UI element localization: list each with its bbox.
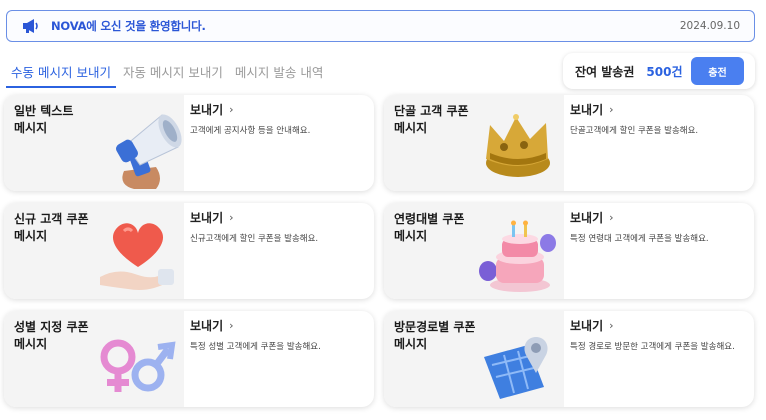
send-label: 보내기 <box>190 319 224 333</box>
card-illustration-area: 일반 텍스트 메시지 <box>4 95 184 191</box>
tab-manual-send[interactable]: 수동 메시지 보내기 <box>6 58 116 88</box>
card-title: 일반 텍스트 메시지 <box>14 104 74 135</box>
card-regular-customer-coupon[interactable]: 단골 고객 쿠폰 메시지 보내기 › 단골고객에게 할인 쿠폰을 발송해요. <box>384 95 754 191</box>
card-illustration-area: 성별 지정 쿠폰 메시지 <box>4 311 184 407</box>
megaphone-icon <box>21 17 41 35</box>
card-illustration-area: 방문경로별 쿠폰 메시지 <box>384 311 564 407</box>
send-button[interactable]: 보내기 › <box>570 209 746 226</box>
card-general-text[interactable]: 일반 텍스트 메시지 보내기 › 고객에게 공지사항 등을 안내해요. <box>4 95 374 191</box>
crown-illustration <box>486 114 550 177</box>
chevron-right-icon: › <box>229 211 234 224</box>
heart-hand-illustration <box>100 223 174 290</box>
message-tabs: 수동 메시지 보내기 자동 메시지 보내기 메시지 발송 내역 <box>6 58 330 90</box>
notice-message: NOVA에 오신 것을 환영합니다. <box>51 19 206 33</box>
card-illustration-area: 연령대별 쿠폰 메시지 <box>384 203 564 299</box>
card-gender-coupon[interactable]: 성별 지정 쿠폰 메시지 보내기 › 특정 성별 고객에게 쿠폰을 발송해요. <box>4 311 374 407</box>
notice-banner: NOVA에 오신 것을 환영합니다. 2024.09.10 <box>6 10 755 42</box>
chevron-right-icon: › <box>609 103 614 116</box>
balance-label: 잔여 발송권 <box>575 64 635 79</box>
gender-symbols-illustration <box>100 339 176 392</box>
send-button[interactable]: 보내기 › <box>190 209 366 226</box>
chevron-right-icon: › <box>229 319 234 332</box>
send-label: 보내기 <box>190 103 224 117</box>
card-description: 신규고객에게 할인 쿠폰을 발송해요. <box>190 234 319 244</box>
tab-auto-send[interactable]: 자동 메시지 보내기 <box>118 58 228 88</box>
birthday-cake-illustration <box>479 220 556 292</box>
card-title: 성별 지정 쿠폰 메시지 <box>14 320 89 351</box>
send-button[interactable]: 보내기 › <box>190 101 366 118</box>
megaphone-illustration <box>116 114 182 189</box>
send-label: 보내기 <box>190 211 224 225</box>
map-pin-illustration <box>484 337 548 399</box>
card-description: 특정 성별 고객에게 쿠폰을 발송해요. <box>190 342 321 352</box>
card-title: 방문경로별 쿠폰 메시지 <box>394 320 476 351</box>
card-description: 특정 연령대 고객에게 쿠폰을 발송해요. <box>570 234 709 244</box>
send-label: 보내기 <box>570 103 604 117</box>
send-button[interactable]: 보내기 › <box>570 101 746 118</box>
card-description: 특정 경로로 방문한 고객에게 쿠폰을 발송해요. <box>570 342 735 352</box>
card-illustration-area: 신규 고객 쿠폰 메시지 <box>4 203 184 299</box>
card-visit-route-coupon[interactable]: 방문경로별 쿠폰 메시지 보내기 › 특정 경로로 방문한 고객에게 쿠폰을 발… <box>384 311 754 407</box>
card-description: 단골고객에게 할인 쿠폰을 발송해요. <box>570 126 699 136</box>
chevron-right-icon: › <box>229 103 234 116</box>
balance-panel: 잔여 발송권 500건 충전 <box>563 53 755 89</box>
send-label: 보내기 <box>570 211 604 225</box>
card-age-group-coupon[interactable]: 연령대별 쿠폰 메시지 보내기 › 특정 연령대 고객에게 쿠폰을 발송해요. <box>384 203 754 299</box>
card-title: 신규 고객 쿠폰 메시지 <box>14 212 89 243</box>
send-button[interactable]: 보내기 › <box>190 317 366 334</box>
send-button[interactable]: 보내기 › <box>570 317 746 334</box>
tab-send-history[interactable]: 메시지 발송 내역 <box>230 58 328 88</box>
chevron-right-icon: › <box>609 319 614 332</box>
send-label: 보내기 <box>570 319 604 333</box>
notice-date: 2024.09.10 <box>679 20 740 32</box>
card-new-customer-coupon[interactable]: 신규 고객 쿠폰 메시지 보내기 › 신규고객에게 할인 쿠폰을 발송해요. <box>4 203 374 299</box>
card-description: 고객에게 공지사항 등을 안내해요. <box>190 126 311 136</box>
card-title: 연령대별 쿠폰 메시지 <box>394 212 465 243</box>
chevron-right-icon: › <box>609 211 614 224</box>
card-title: 단골 고객 쿠폰 메시지 <box>394 104 469 135</box>
card-illustration-area: 단골 고객 쿠폰 메시지 <box>384 95 564 191</box>
charge-button[interactable]: 충전 <box>691 57 744 85</box>
balance-amount: 500건 <box>646 64 683 79</box>
